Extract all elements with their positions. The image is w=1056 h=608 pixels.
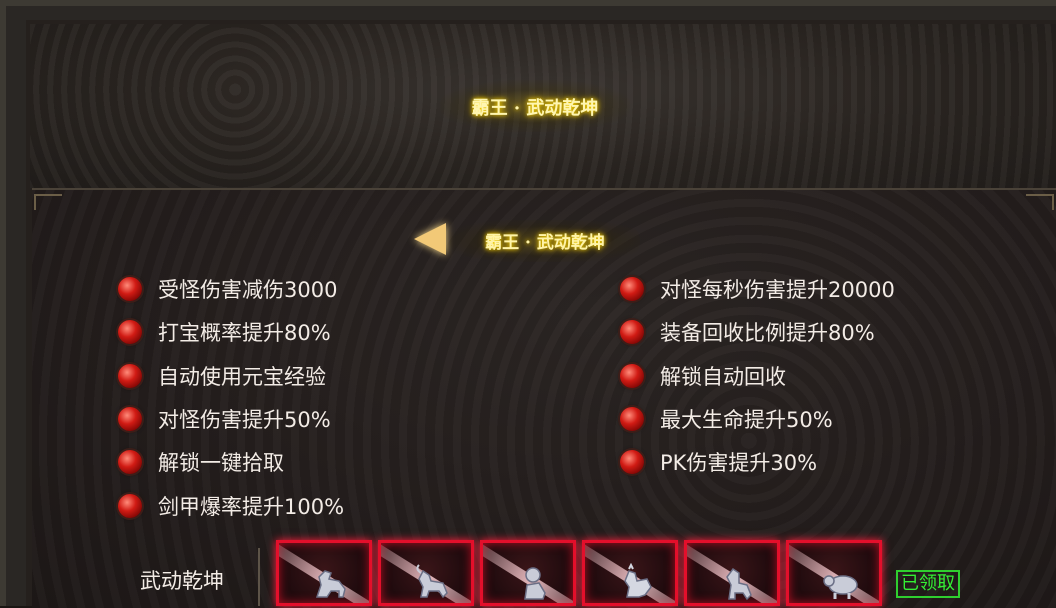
attribute-item: 解锁自动回收 xyxy=(620,363,786,389)
attribute-item: 装备回收比例提升80% xyxy=(620,319,875,345)
corner-ornament-left xyxy=(34,194,62,210)
red-orb-icon xyxy=(620,407,644,431)
subtitle-banner: 霸王 · 武动乾坤 xyxy=(450,220,640,262)
attribute-label: 最大生命提升50% xyxy=(660,408,833,432)
attribute-item: 对怪每秒伤害提升20000 xyxy=(620,276,895,302)
attribute-item: 剑甲爆率提升100% xyxy=(118,493,344,519)
attribute-label: 受怪伤害减伤3000 xyxy=(158,278,338,302)
attribute-item: 最大生命提升50% xyxy=(620,406,833,432)
attribute-label: 装备回收比例提升80% xyxy=(660,321,875,345)
reward-row-label: 武动乾坤 xyxy=(140,569,224,593)
red-orb-icon xyxy=(118,450,142,474)
dog-statue-icon xyxy=(726,567,752,601)
red-orb-icon xyxy=(118,364,142,388)
divider xyxy=(258,548,260,606)
reward-slot[interactable] xyxy=(684,540,780,606)
red-orb-icon xyxy=(118,277,142,301)
attribute-label: 打宝概率提升80% xyxy=(158,321,331,345)
attribute-label: 自动使用元宝经验 xyxy=(158,365,326,389)
attribute-item: 解锁一键拾取 xyxy=(118,449,284,475)
red-orb-icon xyxy=(620,320,644,344)
corner-ornament-right xyxy=(1026,194,1054,210)
monkey-statue-icon xyxy=(524,567,546,600)
attribute-label: PK伤害提升30% xyxy=(660,451,818,475)
panel-subtitle: 霸王 · 武动乾坤 xyxy=(485,233,605,253)
reward-slot[interactable] xyxy=(582,540,678,606)
reward-slot[interactable] xyxy=(276,540,372,606)
attribute-label: 对怪伤害提升50% xyxy=(158,408,331,432)
horse-statue-icon xyxy=(315,570,346,598)
panel-title: 霸王 · 武动乾坤 xyxy=(471,98,599,119)
attribute-item: PK伤害提升30% xyxy=(620,449,817,475)
red-orb-icon xyxy=(118,494,142,518)
reward-slot[interactable] xyxy=(378,540,474,606)
attribute-item: 受怪伤害减伤3000 xyxy=(118,276,337,302)
attribute-label: 对怪每秒伤害提升20000 xyxy=(660,278,895,302)
red-orb-icon xyxy=(620,450,644,474)
reward-slot[interactable] xyxy=(786,540,882,606)
red-orb-icon xyxy=(620,277,644,301)
attribute-item: 打宝概率提升80% xyxy=(118,319,331,345)
back-arrow-icon[interactable] xyxy=(414,223,446,255)
attribute-item: 自动使用元宝经验 xyxy=(118,363,326,389)
pig-statue-icon xyxy=(823,575,858,599)
rooster-statue-icon xyxy=(624,563,652,598)
red-orb-icon xyxy=(118,320,142,344)
attribute-label: 剑甲爆率提升100% xyxy=(158,495,345,519)
red-orb-icon xyxy=(620,364,644,388)
claimed-status-badge: 已领取 xyxy=(896,570,960,598)
goat-statue-icon xyxy=(416,564,448,599)
attribute-item: 对怪伤害提升50% xyxy=(118,406,331,432)
attribute-label: 解锁一键拾取 xyxy=(158,451,284,475)
red-orb-icon xyxy=(118,407,142,431)
title-banner: 霸王 · 武动乾坤 xyxy=(440,80,630,132)
attribute-label: 解锁自动回收 xyxy=(660,365,786,389)
reward-slot[interactable] xyxy=(480,540,576,606)
